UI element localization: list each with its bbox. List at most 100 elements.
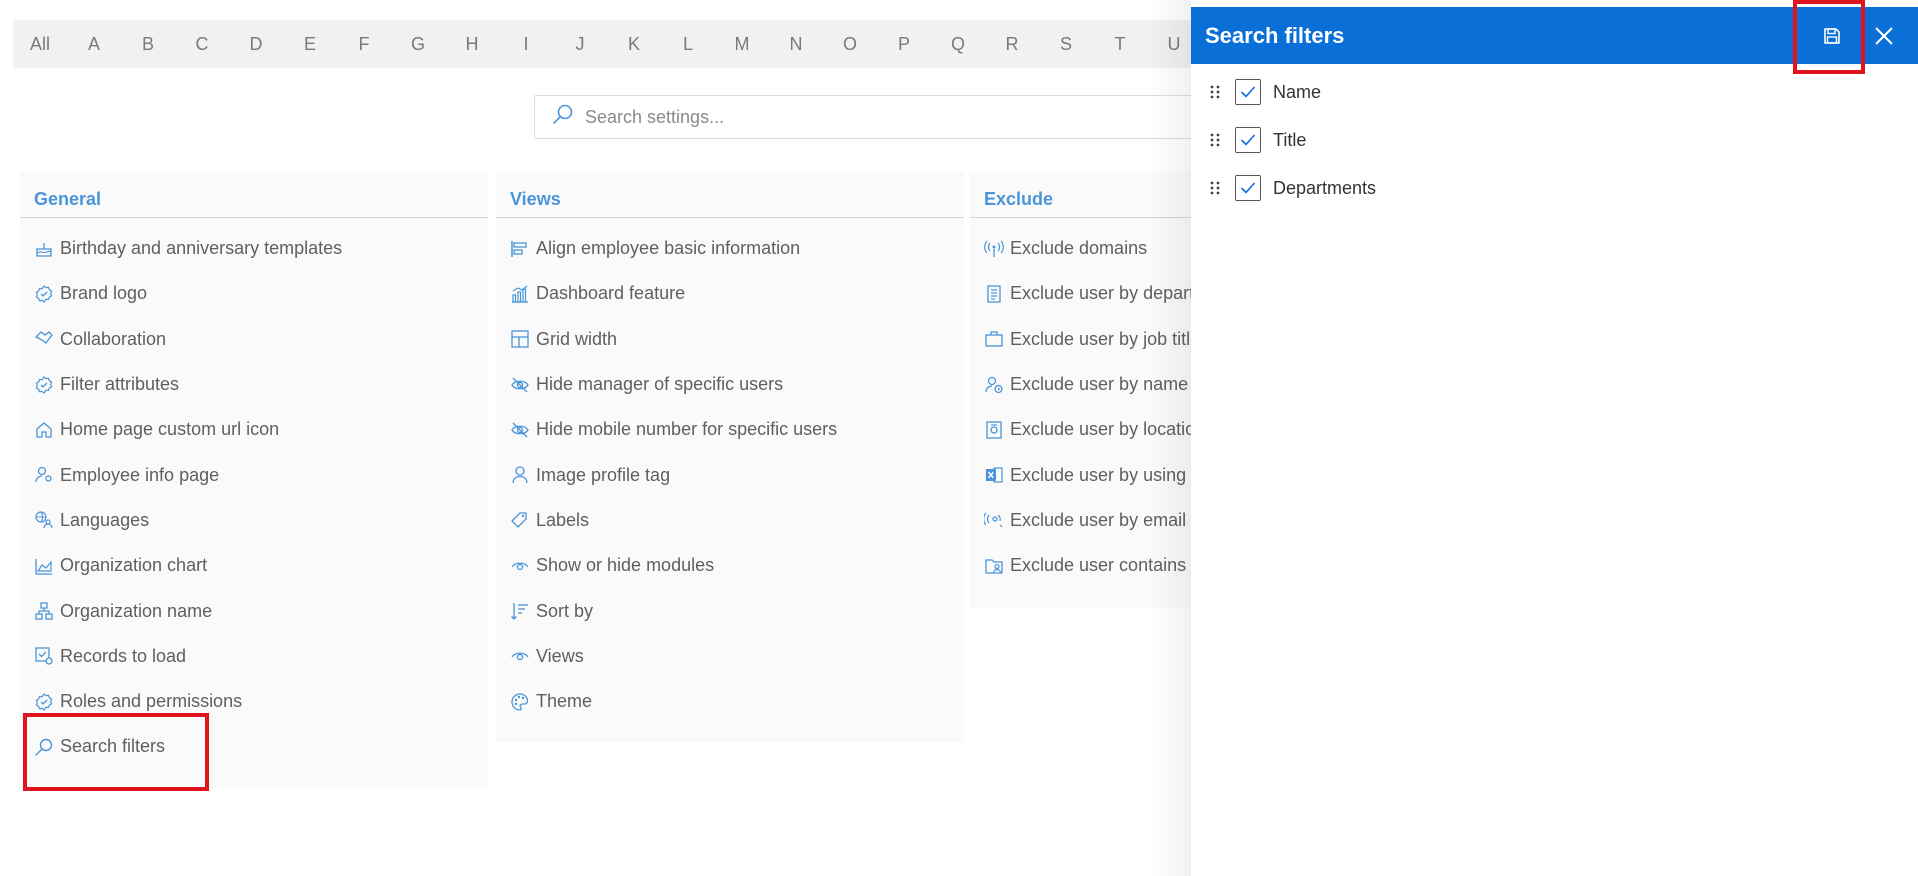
- filter-label: Name: [1273, 81, 1322, 102]
- general-item-collaboration[interactable]: Collaboration: [20, 317, 488, 362]
- views-item-label: Views: [536, 645, 584, 666]
- views-item-show-or-hide-modules[interactable]: Show or hide modules: [496, 543, 964, 588]
- alphabet-letter-l[interactable]: L: [661, 34, 715, 55]
- views-item-labels[interactable]: Labels: [496, 498, 964, 543]
- views-item-image-profile-tag[interactable]: Image profile tag: [496, 452, 964, 497]
- check-icon: [1240, 182, 1256, 194]
- general-item-records-to-load[interactable]: Records to load: [20, 634, 488, 679]
- general-item-label: Roles and permissions: [60, 691, 243, 712]
- general-item-employee-info-page[interactable]: Employee info page: [20, 452, 488, 497]
- filter-label: Departments: [1273, 177, 1377, 198]
- views-column: Views Align employee basic information Da…: [496, 172, 964, 742]
- alphabet-letter-g[interactable]: G: [391, 34, 445, 55]
- alphabet-letter-a[interactable]: A: [67, 34, 121, 55]
- alphabet-letter-k[interactable]: K: [607, 34, 661, 55]
- views-column-title: Views: [496, 172, 964, 218]
- general-item-label: Home page custom url icon: [60, 419, 280, 440]
- general-item-label: Collaboration: [60, 328, 167, 349]
- views-item-label: Theme: [536, 691, 593, 712]
- search-filters-panel: Search filters Name Title Departments: [1191, 0, 1918, 876]
- sort-icon: [510, 601, 530, 621]
- views-item-label: Sort by: [536, 600, 594, 621]
- views-item-label: Grid width: [536, 328, 618, 349]
- views-item-label: Hide mobile number for specific users: [536, 419, 838, 440]
- search-settings-input[interactable]: [585, 106, 1185, 128]
- alphabet-letter-s[interactable]: S: [1039, 34, 1093, 55]
- eye-icon: [510, 556, 530, 576]
- eye-off-icon: [510, 375, 530, 395]
- filter-row-title: Title: [1191, 116, 1918, 164]
- views-item-label: Align employee basic information: [536, 238, 801, 259]
- excel-icon: [984, 465, 1004, 485]
- alphabet-letter-m[interactable]: M: [715, 34, 769, 55]
- general-item-home-page-custom-url-icon[interactable]: Home page custom url icon: [20, 407, 488, 452]
- general-item-birthday-and-anniversary-templates[interactable]: Birthday and anniversary templates: [20, 226, 488, 271]
- general-item-label: Languages: [60, 509, 150, 530]
- area-chart-icon: [34, 556, 54, 576]
- close-icon: [1874, 26, 1894, 46]
- general-item-organization-name[interactable]: Organization name: [20, 588, 488, 633]
- check-icon: [1240, 86, 1256, 98]
- drag-handle-icon[interactable]: [1209, 179, 1221, 197]
- general-item-brand-logo[interactable]: Brand logo: [20, 271, 488, 316]
- alphabet-letter-e[interactable]: E: [283, 34, 337, 55]
- views-item-label: Show or hide modules: [536, 555, 715, 576]
- filter-checkbox[interactable]: [1235, 175, 1261, 201]
- alphabet-letter-b[interactable]: B: [121, 34, 175, 55]
- drag-handle-icon[interactable]: [1209, 83, 1221, 101]
- alphabet-letter-i[interactable]: I: [499, 34, 553, 55]
- alphabet-letter-h[interactable]: H: [445, 34, 499, 55]
- badge-check-icon: [34, 284, 54, 304]
- views-item-align-employee-basic-information[interactable]: Align employee basic information: [496, 226, 964, 271]
- alphabet-letter-f[interactable]: F: [337, 34, 391, 55]
- general-item-label: Organization name: [60, 600, 213, 621]
- org-tree-icon: [34, 601, 54, 621]
- briefcase-icon: [984, 329, 1004, 349]
- views-item-theme[interactable]: Theme: [496, 679, 964, 724]
- views-item-dashboard-feature[interactable]: Dashboard feature: [496, 271, 964, 316]
- alphabet-letter-j[interactable]: J: [553, 34, 607, 55]
- cake-icon: [34, 239, 54, 259]
- general-item-filter-attributes[interactable]: Filter attributes: [20, 362, 488, 407]
- handshake-icon: [34, 329, 54, 349]
- general-item-label: Employee info page: [60, 464, 220, 485]
- exclude-item-label: Exclude domains: [1010, 238, 1148, 259]
- views-item-sort-by[interactable]: Sort by: [496, 588, 964, 633]
- drag-handle-icon[interactable]: [1209, 131, 1221, 149]
- alphabet-letter-o[interactable]: O: [823, 34, 877, 55]
- badge-check-icon: [34, 375, 54, 395]
- general-item-label: Birthday and anniversary templates: [60, 238, 343, 259]
- alphabet-letter-d[interactable]: D: [229, 34, 283, 55]
- globe-people-icon: [34, 510, 54, 530]
- alphabet-letter-r[interactable]: R: [985, 34, 1039, 55]
- dashboard-chart-icon: [510, 284, 530, 304]
- alphabet-letter-t[interactable]: T: [1093, 34, 1147, 55]
- views-item-hide-mobile-number-for-specific-users[interactable]: Hide mobile number for specific users: [496, 407, 964, 452]
- home-icon: [34, 420, 54, 440]
- general-item-label: Organization chart: [60, 555, 208, 576]
- general-item-label: Brand logo: [60, 283, 148, 304]
- alphabet-letter-q[interactable]: Q: [931, 34, 985, 55]
- palette-icon: [510, 692, 530, 712]
- alphabet-letter-p[interactable]: P: [877, 34, 931, 55]
- alphabet-letter-n[interactable]: N: [769, 34, 823, 55]
- close-button[interactable]: [1858, 10, 1910, 62]
- general-item-organization-chart[interactable]: Organization chart: [20, 543, 488, 588]
- highlight-search-filters: [23, 713, 209, 791]
- filter-checkbox[interactable]: [1235, 127, 1261, 153]
- views-list: Align employee basic information Dashboar…: [496, 218, 964, 724]
- general-column-title: General: [20, 172, 488, 218]
- views-item-label: Image profile tag: [536, 464, 671, 485]
- alphabet-letter-c[interactable]: C: [175, 34, 229, 55]
- person-clock-icon: [984, 375, 1004, 395]
- general-list: Birthday and anniversary templates Brand …: [20, 218, 488, 770]
- views-item-hide-manager-of-specific-users[interactable]: Hide manager of specific users: [496, 362, 964, 407]
- broadcast-icon: [984, 239, 1004, 259]
- filter-checkbox[interactable]: [1235, 79, 1261, 105]
- alphabet-letter-all[interactable]: All: [13, 34, 67, 55]
- highlight-save-button: [1793, 0, 1865, 74]
- views-item-views[interactable]: Views: [496, 634, 964, 679]
- views-item-label: Dashboard feature: [536, 283, 686, 304]
- views-item-grid-width[interactable]: Grid width: [496, 317, 964, 362]
- general-item-languages[interactable]: Languages: [20, 498, 488, 543]
